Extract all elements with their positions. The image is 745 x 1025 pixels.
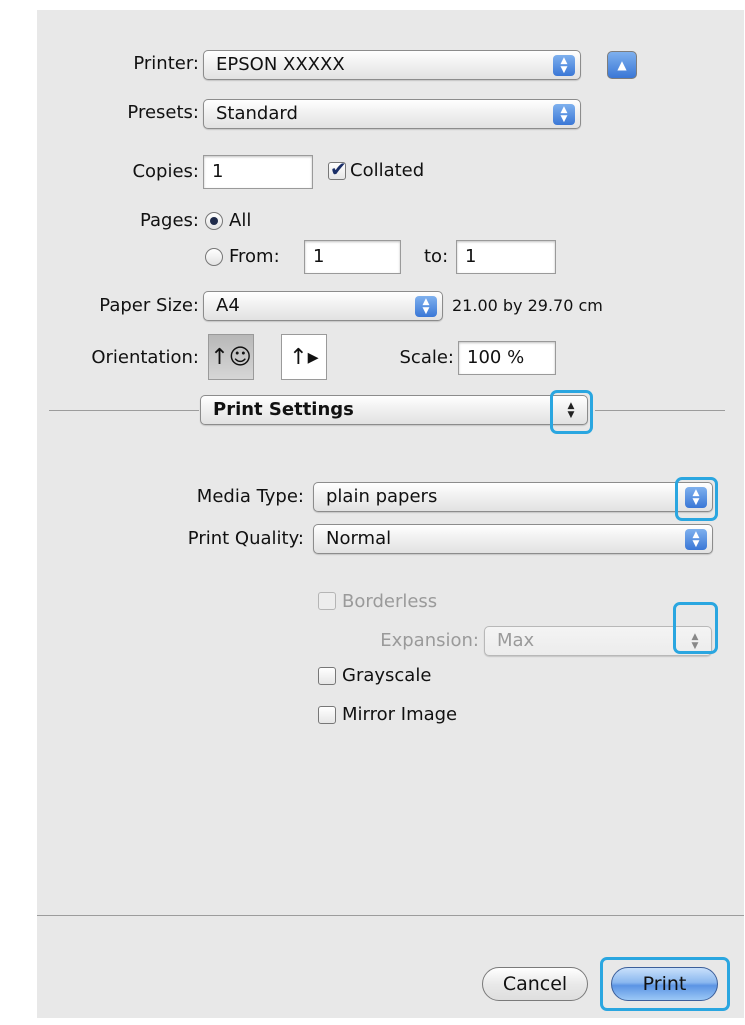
section-popup[interactable]: Print Settings ▲ ▼ (200, 395, 588, 425)
print-quality-label: Print Quality: (187, 528, 304, 549)
collated-label: Collated (350, 160, 425, 181)
media-type-value: plain papers (326, 486, 438, 507)
presets-popup[interactable]: Standard ▲ ▼ (203, 99, 581, 129)
pages-all-label: All (229, 210, 252, 231)
copies-field[interactable]: 1 (203, 155, 313, 189)
print-dialog: Printer: EPSON XXXXX ▲ ▼ ▲ Presets: Stand… (37, 10, 744, 1018)
mirror-image-label: Mirror Image (342, 704, 458, 725)
printer-label: Printer: (133, 53, 199, 74)
section-arrows-highlight (550, 390, 593, 434)
presets-value: Standard (216, 103, 298, 124)
printer-value: EPSON XXXXX (216, 54, 345, 75)
mirror-image-checkbox[interactable] (318, 706, 336, 724)
collated-checkbox[interactable]: ✔ (328, 157, 347, 181)
orientation-portrait-button[interactable]: ↑☺ (208, 334, 254, 380)
disclosure-triangle-icon: ▲ (617, 58, 627, 72)
borderless-label: Borderless (342, 591, 438, 612)
presets-label: Presets: (127, 102, 199, 123)
portrait-orientation-icon: ↑☺ (210, 344, 252, 370)
print-quality-popup[interactable]: Normal ▲ ▼ (313, 524, 713, 554)
expansion-value: Max (497, 630, 535, 651)
cancel-button[interactable]: Cancel (482, 967, 588, 1001)
paper-size-popup[interactable]: A4 ▲ ▼ (203, 291, 443, 321)
pages-from-field[interactable]: 1 (304, 240, 401, 274)
media-type-popup[interactable]: plain papers ▲ ▼ (313, 482, 713, 512)
pages-from-label: From: (229, 246, 280, 267)
paper-size-value: A4 (216, 295, 240, 316)
bottom-separator (37, 915, 744, 916)
checkmark-icon: ✔ (330, 157, 347, 181)
popup-arrows-icon: ▲ ▼ (553, 55, 575, 76)
orientation-label: Orientation: (91, 347, 199, 368)
paper-size-label: Paper Size: (99, 295, 199, 316)
radio-selected-dot (210, 217, 218, 225)
popup-arrows-icon: ▲ ▼ (685, 529, 707, 550)
popup-arrows-icon: ▲ ▼ (553, 104, 575, 125)
pages-from-radio[interactable] (205, 248, 223, 266)
scale-label: Scale: (399, 347, 455, 368)
disclosure-toggle-button[interactable]: ▲ (607, 51, 637, 79)
expansion-arrows-highlight (673, 602, 718, 654)
orientation-landscape-button[interactable]: ↑▸ (281, 334, 327, 380)
pages-all-radio[interactable] (205, 212, 223, 230)
separator-right (595, 410, 725, 411)
grayscale-label: Grayscale (342, 665, 432, 686)
media-type-arrows-highlight (675, 477, 718, 521)
copies-label: Copies: (132, 161, 199, 182)
printer-popup[interactable]: EPSON XXXXX ▲ ▼ (203, 50, 581, 80)
print-quality-value: Normal (326, 528, 392, 549)
pages-label: Pages: (139, 210, 199, 231)
landscape-orientation-icon: ↑▸ (289, 344, 319, 370)
separator-left (49, 410, 199, 411)
section-value: Print Settings (213, 399, 354, 420)
scale-field[interactable]: 100 % (458, 341, 556, 375)
borderless-checkbox[interactable] (318, 592, 336, 610)
expansion-label: Expansion: (380, 630, 479, 651)
grayscale-checkbox[interactable] (318, 667, 336, 685)
popup-arrows-icon: ▲ ▼ (415, 296, 437, 317)
paper-size-dimensions: 21.00 by 29.70 cm (452, 296, 603, 315)
media-type-label: Media Type: (196, 486, 304, 507)
pages-to-field[interactable]: 1 (456, 240, 556, 274)
print-button-highlight (600, 957, 730, 1011)
pages-to-label: to: (424, 246, 449, 267)
